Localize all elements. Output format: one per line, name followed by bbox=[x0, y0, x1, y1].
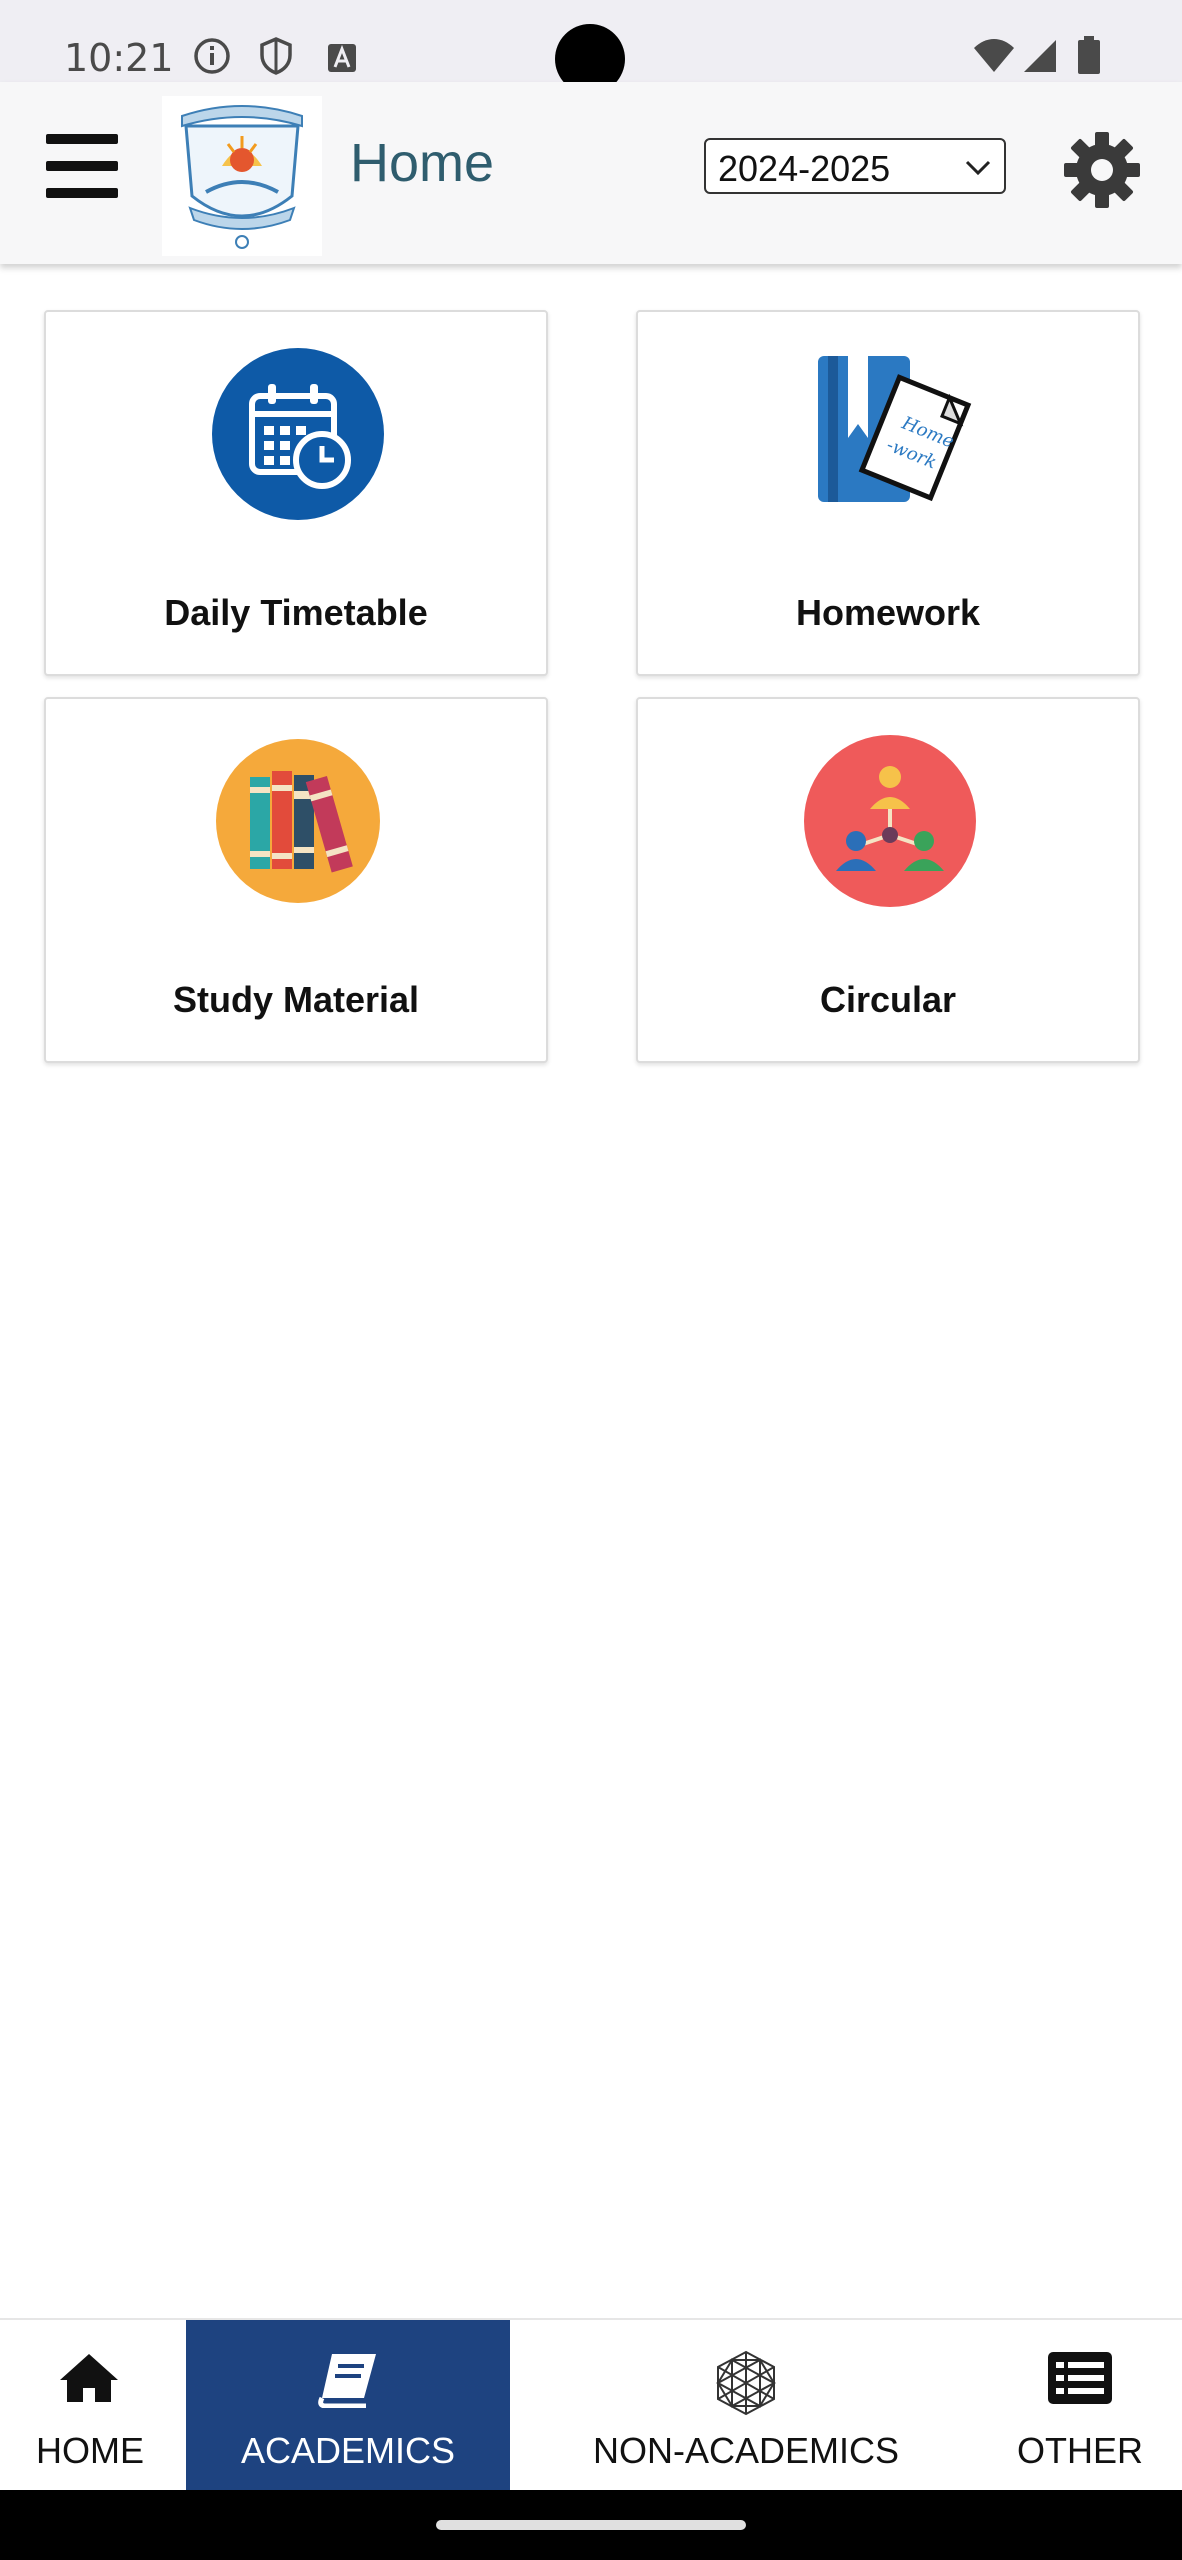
books-icon bbox=[216, 739, 380, 903]
nav-item-non-academics[interactable]: NON-ACADEMICS bbox=[560, 2320, 932, 2492]
home-gesture-handle[interactable] bbox=[436, 2520, 746, 2530]
nav-item-academics[interactable]: ACADEMICS bbox=[186, 2320, 510, 2492]
book-icon bbox=[318, 2354, 376, 2408]
nav-label: OTHER bbox=[1017, 2430, 1143, 2471]
info-icon bbox=[194, 38, 230, 74]
tile-label: Daily Timetable bbox=[164, 592, 428, 633]
hamburger-menu-icon[interactable] bbox=[46, 134, 118, 198]
system-navigation-bar bbox=[0, 2490, 1182, 2560]
tile-circular[interactable]: Circular bbox=[636, 697, 1140, 1063]
shield-icon bbox=[260, 37, 292, 75]
nav-label: ACADEMICS bbox=[240, 2430, 456, 2471]
tile-label: Circular bbox=[819, 979, 957, 1020]
tile-study-material[interactable]: Study Material bbox=[44, 697, 548, 1063]
page-title: Home bbox=[350, 133, 495, 193]
gear-icon[interactable] bbox=[1062, 130, 1142, 210]
chevron-down-icon bbox=[965, 160, 991, 176]
cellular-signal-icon bbox=[1024, 40, 1056, 72]
battery-icon bbox=[1078, 36, 1100, 74]
academic-year-value: 2024-2025 bbox=[718, 148, 891, 189]
tile-homework[interactable]: Home -work Homework bbox=[636, 310, 1140, 676]
tile-label: Study Material bbox=[172, 979, 420, 1020]
nav-label: NON-ACADEMICS bbox=[592, 2430, 900, 2471]
homework-book-icon: Home -work bbox=[818, 356, 972, 502]
people-network-icon bbox=[804, 735, 976, 907]
geodesic-sphere-icon bbox=[715, 2350, 777, 2416]
nav-label: HOME bbox=[36, 2430, 144, 2471]
list-icon bbox=[1048, 2352, 1112, 2404]
tile-label: Homework bbox=[795, 592, 981, 633]
status-bar: 10:21 bbox=[0, 0, 1182, 94]
tile-daily-timetable[interactable]: Daily Timetable bbox=[44, 310, 548, 676]
academic-year-select[interactable]: 2024-2025 bbox=[704, 138, 1006, 194]
nav-item-other[interactable]: OTHER bbox=[980, 2320, 1180, 2492]
app-header: Home 2024-2025 bbox=[0, 82, 1182, 264]
calendar-clock-icon bbox=[212, 348, 384, 520]
status-time: 10:21 bbox=[64, 36, 174, 80]
nav-item-home[interactable]: HOME bbox=[0, 2320, 180, 2492]
font-a-icon bbox=[328, 44, 356, 72]
wifi-icon bbox=[974, 39, 1014, 72]
school-logo bbox=[162, 96, 322, 256]
bottom-navigation: HOME ACADEMICS NON-ACADEMICS OTHER bbox=[0, 2318, 1182, 2492]
house-icon bbox=[60, 2354, 118, 2402]
